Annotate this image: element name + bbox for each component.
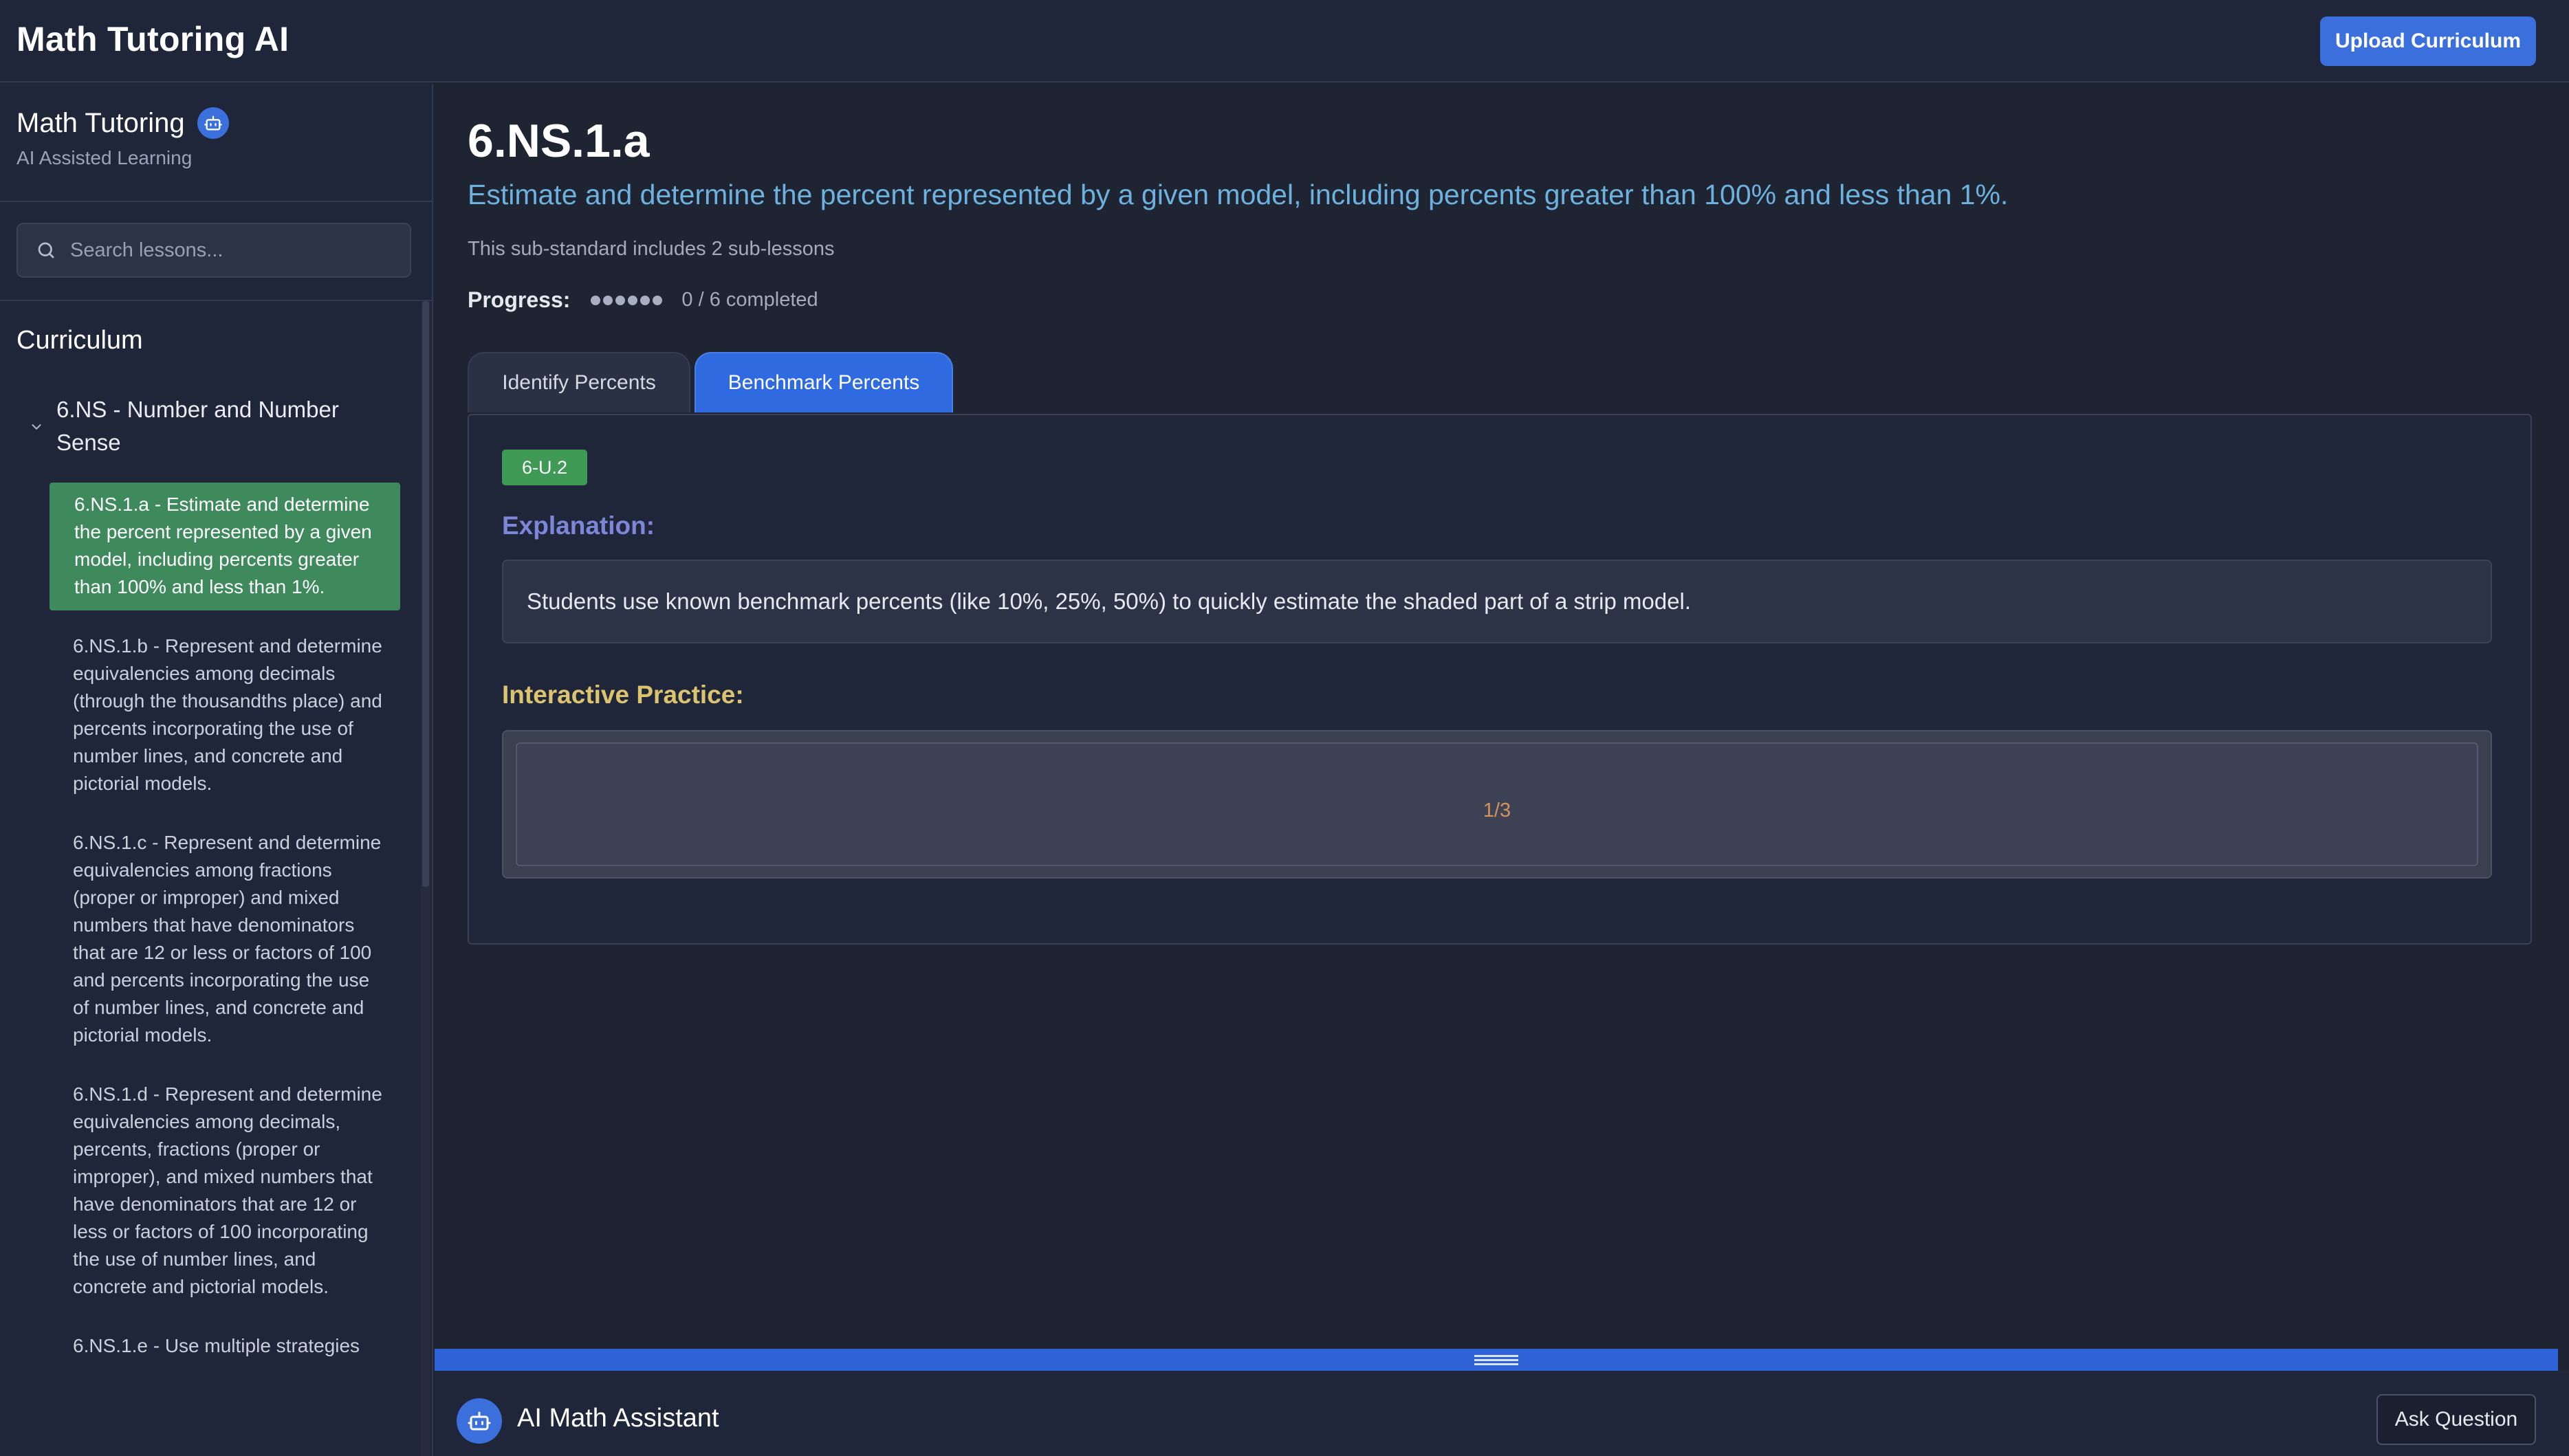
assistant-title: AI Math Assistant <box>517 1404 719 1433</box>
practice-counter: 1/3 <box>1483 799 1511 821</box>
tab-identify-percents[interactable]: Identify Percents <box>468 352 690 412</box>
curriculum-group-6ns[interactable]: 6.NS - Number and Number Sense <box>17 393 402 459</box>
main-content: 6.NS.1.a Estimate and determine the perc… <box>435 84 2569 1349</box>
upload-curriculum-button[interactable]: Upload Curriculum <box>2320 16 2536 66</box>
sidebar-divider <box>0 201 432 202</box>
ask-question-button[interactable]: Ask Question <box>2376 1394 2536 1445</box>
search-icon <box>34 239 58 262</box>
robot-icon <box>457 1398 502 1444</box>
lesson-item-6ns1e[interactable]: 6.NS.1.e - Use multiple strategies <box>50 1323 400 1369</box>
progress-row: Progress: 0 / 6 completed <box>468 287 818 313</box>
resize-handle[interactable] <box>435 1349 2558 1371</box>
sidebar-brand-title: Math Tutoring <box>17 107 185 138</box>
progress-dot <box>628 295 638 305</box>
sidebar-divider <box>0 300 432 301</box>
curriculum-heading: Curriculum <box>17 326 143 355</box>
progress-label: Progress: <box>468 287 571 312</box>
practice-container: 1/3 <box>502 730 2492 879</box>
progress-dot <box>591 295 601 305</box>
progress-text: 0 / 6 completed <box>681 289 818 311</box>
app-title: Math Tutoring AI <box>17 20 289 58</box>
sidebar: Math Tutoring AI Assisted Learning Curri <box>0 84 433 1456</box>
lesson-tabs: Identify Percents Benchmark Percents <box>468 352 953 412</box>
progress-dot <box>653 295 663 305</box>
sidebar-brand: Math Tutoring AI Assisted Learning <box>17 107 229 169</box>
sub-lesson-count: This sub-standard includes 2 sub-lessons <box>468 238 835 260</box>
lesson-item-6ns1c[interactable]: 6.NS.1.c - Represent and determine equiv… <box>50 819 400 1059</box>
lesson-item-6ns1b[interactable]: 6.NS.1.b - Represent and determine equiv… <box>50 623 400 807</box>
top-header: Math Tutoring AI Upload Curriculum <box>0 0 2569 82</box>
practice-area[interactable]: 1/3 <box>516 742 2478 866</box>
lesson-panel: 6-U.2 Explanation: Students use known be… <box>468 414 2532 945</box>
ai-assistant-bar: AI Math Assistant Ask Question <box>435 1371 2569 1456</box>
progress-dot <box>603 295 613 305</box>
tab-benchmark-percents[interactable]: Benchmark Percents <box>695 352 953 412</box>
lesson-item-6ns1d[interactable]: 6.NS.1.d - Represent and determine equiv… <box>50 1071 400 1310</box>
explanation-text: Students use known benchmark percents (l… <box>502 560 2492 643</box>
search-input[interactable] <box>69 238 402 263</box>
standard-description: Estimate and determine the percent repre… <box>468 179 2009 210</box>
standard-code-title: 6.NS.1.a <box>468 115 650 167</box>
progress-dot <box>615 295 626 305</box>
robot-icon <box>197 107 229 139</box>
progress-dot <box>640 295 651 305</box>
explanation-heading: Explanation: <box>502 511 655 540</box>
lesson-list: 6.NS.1.a - Estimate and determine the pe… <box>50 483 400 1382</box>
sidebar-scrollbar-thumb[interactable] <box>422 301 429 887</box>
practice-heading: Interactive Practice: <box>502 681 744 709</box>
search-box[interactable] <box>17 223 411 278</box>
lesson-code-badge: 6-U.2 <box>502 450 587 485</box>
curriculum-group-label: 6.NS - Number and Number Sense <box>56 397 339 455</box>
lesson-item-6ns1a[interactable]: 6.NS.1.a - Estimate and determine the pe… <box>50 483 400 610</box>
sidebar-brand-subtitle: AI Assisted Learning <box>17 147 193 168</box>
grip-icon <box>1474 1354 1518 1365</box>
app-root: Math Tutoring AI Upload Curriculum Math … <box>0 0 2569 1456</box>
chevron-down-icon[interactable] <box>17 393 56 459</box>
progress-dots <box>591 295 663 305</box>
